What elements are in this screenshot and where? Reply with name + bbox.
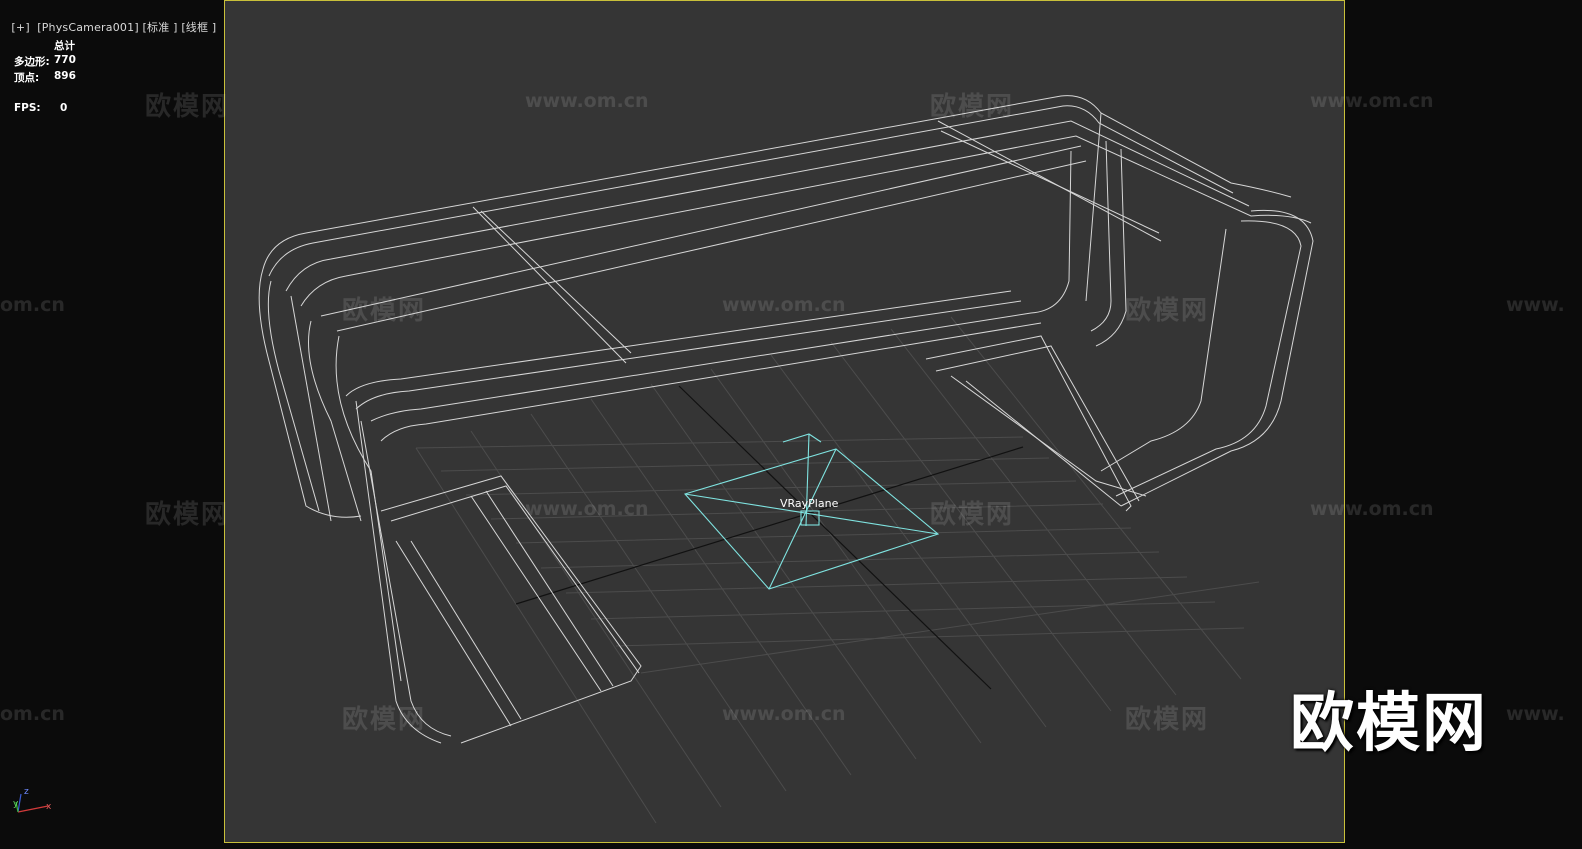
- watermark-brand: 欧模网: [342, 705, 427, 735]
- vray-plane-label: VRayPlane: [780, 497, 839, 510]
- watermark-brand: 欧模网: [930, 92, 1015, 122]
- watermark-url: www.om.cn: [1310, 498, 1434, 520]
- brand-logo: 欧模网: [1290, 687, 1488, 761]
- viewport-label-menu: [+] [PhysCamera001] [标准 ] [线框 ]: [4, 6, 216, 35]
- polygons-value: 770: [54, 54, 76, 66]
- watermark-url: www.om.cn: [525, 498, 649, 520]
- watermark-url: www.om.cn: [1310, 90, 1434, 112]
- watermark-brand: 欧模网: [1125, 705, 1210, 735]
- watermark-url: www.om.cn: [722, 294, 846, 316]
- watermark-url-partial: om.cn: [0, 703, 65, 725]
- watermark-url-partial: www.: [1506, 703, 1565, 725]
- viewport-menu-button[interactable]: [+]: [11, 21, 29, 34]
- watermark-url-partial: om.cn: [0, 294, 65, 316]
- axis-z-label: z: [24, 787, 29, 797]
- bench-wireframe: [258, 95, 1314, 744]
- watermark-brand: 欧模网: [145, 92, 230, 122]
- polygons-label: 多边形:: [14, 56, 50, 68]
- fps-value: 0: [60, 102, 68, 114]
- camera-menu[interactable]: [PhysCamera001]: [37, 21, 139, 34]
- watermark-brand: 欧模网: [342, 296, 427, 326]
- vertices-value: 896: [54, 70, 76, 82]
- shading-menu[interactable]: [标准 ]: [143, 21, 178, 34]
- watermark-brand: 欧模网: [145, 500, 230, 530]
- vray-plane-light: [684, 433, 940, 590]
- watermark-brand: 欧模网: [930, 500, 1015, 530]
- axis-x-label: x: [46, 802, 52, 812]
- home-grid: [415, 316, 1260, 824]
- watermark-brand: 欧模网: [1125, 296, 1210, 326]
- watermark-url-partial: www.: [1506, 294, 1565, 316]
- vertices-label: 顶点:: [14, 72, 40, 84]
- display-mode-menu[interactable]: [线框 ]: [181, 21, 216, 34]
- grid-axes: [515, 385, 1024, 690]
- watermark-url: www.om.cn: [525, 90, 649, 112]
- fps-label: FPS:: [14, 102, 41, 114]
- axis-y-label: y: [13, 799, 19, 809]
- watermark-url: www.om.cn: [722, 703, 846, 725]
- stats-header: 总计: [54, 40, 75, 52]
